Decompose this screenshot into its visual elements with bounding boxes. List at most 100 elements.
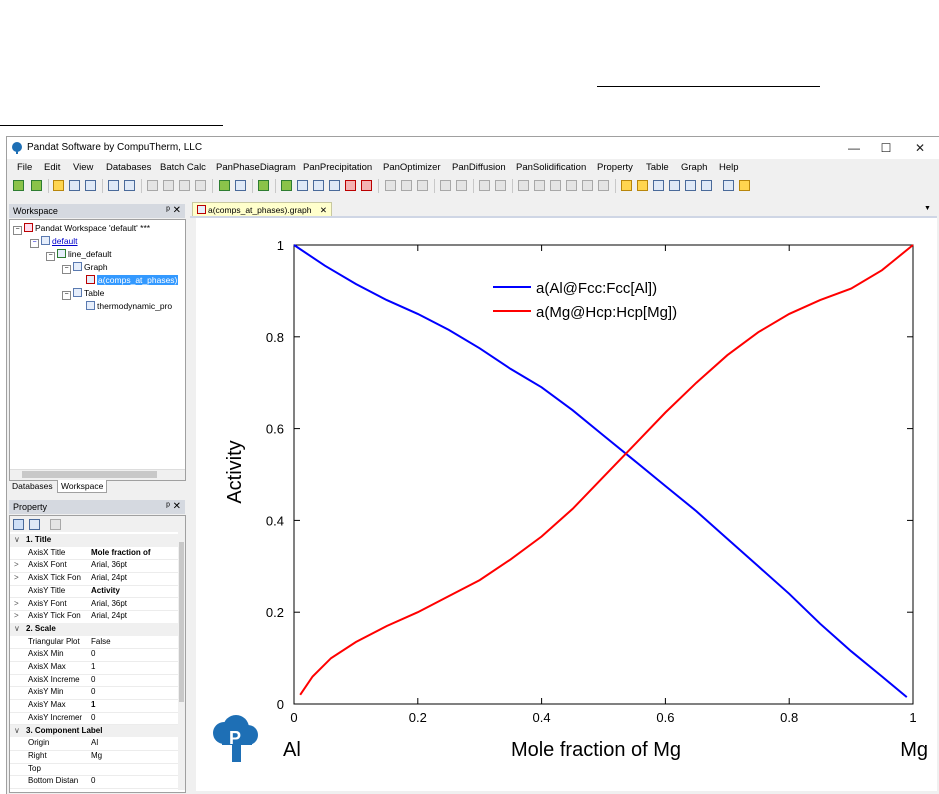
property-category[interactable]: ∨ 1. Title	[10, 534, 178, 547]
pin-close-controls[interactable]: ᵖ ✕	[166, 205, 181, 216]
property-row[interactable]: AxisX Title Mole fraction of	[10, 547, 178, 561]
scrollbar-thumb[interactable]	[22, 471, 157, 478]
property-row[interactable]: AxisY Max 1	[10, 699, 178, 713]
bar-chart-icon[interactable]	[281, 180, 292, 191]
property-value[interactable]: Arial, 24pt	[91, 610, 177, 623]
tree-root[interactable]: − Pandat Workspace 'default' ***	[13, 223, 150, 235]
property-category[interactable]: ∨ 2. Scale	[10, 622, 178, 636]
property-row[interactable]: Top	[10, 763, 178, 777]
menu-help[interactable]: Help	[719, 162, 739, 173]
tree-graph-item[interactable]: a(comps_at_phases)	[86, 275, 179, 285]
tool-icon-5[interactable]	[456, 180, 467, 191]
new-project-icon[interactable]	[31, 180, 42, 191]
tab-workspace[interactable]: Workspace	[57, 480, 108, 493]
property-value[interactable]: 0	[91, 674, 177, 687]
settings-icon[interactable]	[621, 180, 632, 191]
property-value[interactable]: Mg	[91, 750, 177, 763]
menu-panphasediagram[interactable]: PanPhaseDiagram	[216, 162, 296, 173]
pin-close-controls[interactable]: ᵖ ✕	[166, 501, 181, 512]
tool-icon-4[interactable]	[440, 180, 451, 191]
tool-icon-12[interactable]	[582, 180, 593, 191]
tree-graph-folder[interactable]: − Graph	[62, 262, 108, 274]
property-category[interactable]: ∨ 3. Component Label	[10, 724, 178, 738]
tool-icon-11[interactable]	[566, 180, 577, 191]
property-value[interactable]: Arial, 36pt	[91, 559, 177, 572]
save-icon[interactable]	[69, 180, 80, 191]
tool-icon-9[interactable]	[534, 180, 545, 191]
minimize-button[interactable]: —	[839, 139, 869, 157]
categorized-icon[interactable]	[13, 519, 24, 530]
expand-icon[interactable]: ∨	[14, 725, 20, 738]
download-icon[interactable]	[258, 180, 269, 191]
property-row[interactable]: AxisY Min 0	[10, 686, 178, 701]
property-row[interactable]: > AxisY Font Arial, 36pt	[10, 598, 178, 612]
tool-icon-3[interactable]	[417, 180, 428, 191]
property-row[interactable]: Triangular Plot False	[10, 636, 178, 650]
expand-icon[interactable]: ∨	[14, 534, 20, 547]
menu-view[interactable]: View	[73, 162, 93, 173]
property-value[interactable]: Arial, 24pt	[91, 572, 177, 585]
legend-icon[interactable]	[685, 180, 696, 191]
property-row[interactable]: Bottom Distan 0	[10, 775, 178, 789]
menu-table[interactable]: Table	[646, 162, 669, 173]
menu-batch-calc[interactable]: Batch Calc	[160, 162, 206, 173]
property-pages-icon[interactable]	[50, 519, 61, 530]
tool-icon-2[interactable]	[401, 180, 412, 191]
property-value[interactable]: Arial, 36pt	[91, 598, 177, 611]
menu-databases[interactable]: Databases	[106, 162, 151, 173]
property-row[interactable]: Origin Al	[10, 737, 178, 751]
property-row[interactable]: AxisY Incremer 0	[10, 712, 178, 726]
property-value[interactable]: 1	[91, 661, 177, 674]
tool-icon-8[interactable]	[518, 180, 529, 191]
menu-pandiffusion[interactable]: PanDiffusion	[452, 162, 506, 173]
calculate-icon[interactable]	[219, 180, 230, 191]
triangle-icon[interactable]	[345, 180, 356, 191]
property-value[interactable]: Mole fraction of	[91, 547, 177, 560]
tree-project-default[interactable]: − default	[30, 236, 78, 248]
property-row[interactable]: > AxisY Tick Fon Arial, 24pt	[10, 610, 178, 624]
select-pointer-icon[interactable]	[637, 180, 648, 191]
tool-icon-6[interactable]	[479, 180, 490, 191]
tool-icon-1[interactable]	[385, 180, 396, 191]
maximize-button[interactable]: ☐	[871, 139, 901, 157]
collapse-icon[interactable]: −	[13, 226, 22, 235]
text-icon[interactable]	[723, 180, 734, 191]
menu-panoptimizer[interactable]: PanOptimizer	[383, 162, 441, 173]
property-row[interactable]: > AxisX Font Arial, 36pt	[10, 559, 178, 574]
horizontal-scrollbar[interactable]	[10, 469, 185, 480]
property-row[interactable]: AxisX Increme 0	[10, 674, 178, 688]
tree-line-default[interactable]: − line_default	[46, 249, 111, 261]
list-icon[interactable]	[701, 180, 712, 191]
pencil-icon[interactable]	[739, 180, 750, 191]
property-scrollbar[interactable]	[178, 532, 185, 790]
tree-table-item[interactable]: thermodynamic_pro	[86, 301, 172, 311]
menu-graph[interactable]: Graph	[681, 162, 707, 173]
sort-alpha-icon[interactable]	[29, 519, 40, 530]
collapse-icon[interactable]: −	[30, 239, 39, 248]
property-row[interactable]: > AxisX Tick Fon Arial, 24pt	[10, 572, 178, 586]
point-icon[interactable]	[297, 180, 308, 191]
property-value[interactable]: 0	[91, 686, 177, 699]
print-preview-icon[interactable]	[108, 180, 119, 191]
collapse-icon[interactable]: −	[62, 265, 71, 274]
tool-icon-10[interactable]	[550, 180, 561, 191]
property-row[interactable]: AxisX Min 0	[10, 648, 178, 662]
print-icon[interactable]	[124, 180, 135, 191]
expand-icon[interactable]: >	[14, 598, 19, 611]
line-icon[interactable]	[313, 180, 324, 191]
expand-icon[interactable]: >	[14, 559, 19, 572]
property-row[interactable]: Right Mg	[10, 750, 178, 764]
tab-list-dropdown-icon[interactable]: ▼	[924, 205, 931, 212]
graph-icon[interactable]	[329, 180, 340, 191]
property-row[interactable]: AxisX Max 1	[10, 661, 178, 675]
close-window-button[interactable]: ✕	[905, 139, 935, 157]
collapse-icon[interactable]: −	[62, 291, 71, 300]
property-value[interactable]: 0	[91, 712, 177, 725]
tool-icon-13[interactable]	[598, 180, 609, 191]
expand-icon[interactable]: >	[14, 610, 19, 623]
delete-icon[interactable]	[195, 180, 206, 191]
tree-table-folder[interactable]: − Table	[62, 288, 104, 300]
batch-icon[interactable]	[235, 180, 246, 191]
menu-edit[interactable]: Edit	[44, 162, 60, 173]
menu-property[interactable]: Property	[597, 162, 633, 173]
